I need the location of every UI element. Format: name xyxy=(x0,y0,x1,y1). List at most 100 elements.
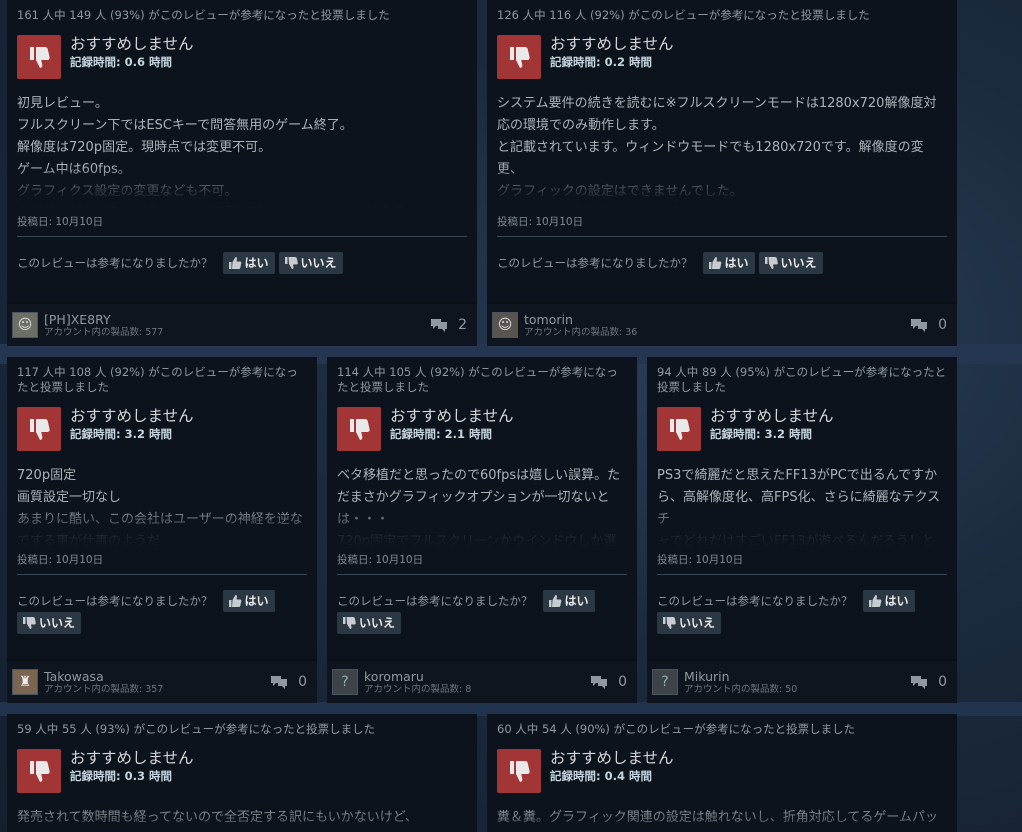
comment-count: 0 xyxy=(298,674,307,690)
vote-no-label: いいえ xyxy=(300,255,337,270)
vote-no-label: いいえ xyxy=(39,616,76,630)
hours-played: 記録時間: 2.1 時間 xyxy=(390,427,492,441)
helpful-question-row: このレビューは参考になりましたか？ はいいいえ xyxy=(337,589,627,634)
hours-played: 記録時間: 3.2 時間 xyxy=(70,427,172,441)
helpful-count: 161 人中 149 人 (93%) がこのレビューが参考になったと投票しました xyxy=(17,8,390,22)
vote-no-button[interactable]: いいえ xyxy=(278,251,343,274)
hours-played: 記録時間: 0.3 時間 xyxy=(70,769,172,783)
thumbs-down-icon xyxy=(342,616,356,630)
recommendation[interactable]: おすすめしません 記録時間: 0.4 時間 xyxy=(497,749,947,793)
review-line: 解像度は720p固定。現時点では変更不可。 xyxy=(17,140,272,155)
vote-no-button[interactable]: いいえ xyxy=(337,612,402,634)
avatar[interactable]: ☺ xyxy=(12,312,38,338)
recommendation[interactable]: おすすめしません 記録時間: 0.2 時間 xyxy=(497,35,947,79)
helpful-question: このレビューは参考になりましたか？ xyxy=(337,593,533,608)
thumbs-down-icon xyxy=(22,616,36,630)
thumb-down-icon xyxy=(657,407,701,451)
recommendation[interactable]: おすすめしません 記録時間: 3.2 時間 xyxy=(17,407,307,451)
recommendation[interactable]: おすすめしません 記録時間: 3.2 時間 xyxy=(657,407,947,451)
review-body[interactable]: システム要件の続きを読むに※フルスクリーンモードは1280x720解像度対 応の環… xyxy=(497,93,947,209)
review-author: ? koromaru アカウント内の製品数: 8 0 xyxy=(327,659,637,703)
helpful-question-row: このレビューは参考になりましたか？ はいいいえ xyxy=(17,589,307,634)
review-card: 117 人中 108 人 (92%) がこのレビューが参考になったと投票しました… xyxy=(7,357,317,703)
recommendation[interactable]: おすすめしません 記録時間: 2.1 時間 xyxy=(337,407,627,451)
review-body[interactable]: PS3で綺麗だと思えたFF13がPCで出るんですか ら、高解像度化、高FPS化、さ… xyxy=(657,465,947,547)
thumbs-down-icon xyxy=(284,256,298,270)
posted-date: 投稿日: 10月10日 xyxy=(17,554,104,566)
review-line: ベタ移植だと思ったので60fpsは嬉しい誤算。た xyxy=(337,468,621,483)
helpful-question: このレビューは参考になりましたか？ xyxy=(497,255,693,270)
review-card: 114 人中 105 人 (92%) がこのレビューが参考になったと投票しました… xyxy=(327,357,637,703)
text-fade xyxy=(337,503,627,547)
thumbs-up-icon xyxy=(708,256,722,270)
vote-yes-button[interactable]: はい xyxy=(542,589,595,612)
comments-link[interactable]: 2 xyxy=(430,317,467,333)
author-products: アカウント内の製品数: 8 xyxy=(364,683,472,695)
verdict-title[interactable]: おすすめしません xyxy=(70,406,194,426)
vote-no-button[interactable]: いいえ xyxy=(758,251,823,274)
thumbs-up-icon xyxy=(868,594,882,608)
verdict-title[interactable]: おすすめしません xyxy=(550,748,674,768)
avatar[interactable]: ? xyxy=(332,669,358,695)
author-name[interactable]: [PH]XE8RY xyxy=(44,312,163,327)
review-card: 126 人中 116 人 (92%) がこのレビューが参考になったと投票しました… xyxy=(487,0,957,346)
author-name[interactable]: Mikurin xyxy=(684,669,797,684)
comment-count: 0 xyxy=(618,674,627,690)
author-name[interactable]: koromaru xyxy=(364,669,471,684)
comments-link[interactable]: 0 xyxy=(910,674,947,690)
vote-yes-button[interactable]: はい xyxy=(222,251,275,274)
helpful-question: このレビューは参考になりましたか？ xyxy=(17,255,213,270)
avatar[interactable]: ☺ xyxy=(492,312,518,338)
vote-yes-label: はい xyxy=(724,255,749,270)
posted-date: 投稿日: 10月10日 xyxy=(337,554,424,566)
avatar[interactable]: ? xyxy=(652,669,678,695)
author-products: アカウント内の製品数: 357 xyxy=(44,683,164,695)
vote-yes-button[interactable]: はい xyxy=(222,589,275,612)
divider xyxy=(17,236,467,237)
verdict-title[interactable]: おすすめしません xyxy=(390,406,514,426)
helpful-question: このレビューは参考になりましたか？ xyxy=(17,593,213,608)
text-fade xyxy=(17,807,467,832)
comments-link[interactable]: 0 xyxy=(270,674,307,690)
recommendation[interactable]: おすすめしません 記録時間: 0.3 時間 xyxy=(17,749,467,793)
helpful-question-row: このレビューは参考になりましたか？ はい いいえ xyxy=(657,589,947,634)
verdict-title[interactable]: おすすめしません xyxy=(710,406,834,426)
verdict-title[interactable]: おすすめしません xyxy=(550,34,674,54)
helpful-count: 126 人中 116 人 (92%) がこのレビューが参考になったと投票しました xyxy=(497,8,870,22)
posted-date: 投稿日: 10月10日 xyxy=(657,554,744,566)
divider xyxy=(17,574,307,575)
thumb-down-icon xyxy=(497,749,541,793)
review-body[interactable]: ベタ移植だと思ったので60fpsは嬉しい誤算。た だまさかグラフィックオプションが… xyxy=(337,465,627,547)
comments-link[interactable]: 0 xyxy=(910,317,947,333)
author-name[interactable]: tomorin xyxy=(524,312,637,327)
recommendation[interactable]: おすすめしません 記録時間: 0.6 時間 xyxy=(17,35,467,79)
comments-link[interactable]: 0 xyxy=(590,674,627,690)
review-body[interactable]: 発売されて数時間も経ってないので全否定する訳にもいかないけど、 xyxy=(17,807,467,832)
review-author: ☺ tomorin アカウント内の製品数: 36 0 xyxy=(487,302,957,346)
review-body[interactable]: 糞＆糞。グラフィック関連の設定は触れないし、折角対応してるゲームパッド xyxy=(497,807,947,832)
vote-no-button[interactable]: いいえ xyxy=(657,612,722,634)
thumbs-up-icon xyxy=(548,594,562,608)
vote-yes-button[interactable]: はい xyxy=(702,251,755,274)
author-name[interactable]: Takowasa xyxy=(44,669,163,684)
review-body[interactable]: 初見レビュー。 フルスクリーン下ではESCキーで問答無用のゲーム終了。 解像度は72… xyxy=(17,93,467,209)
vote-yes-label: はい xyxy=(244,255,269,270)
vote-yes-button[interactable]: はい xyxy=(862,589,915,612)
verdict-title[interactable]: おすすめしません xyxy=(70,748,194,768)
divider xyxy=(657,574,947,575)
hours-played: 記録時間: 0.6 時間 xyxy=(70,55,172,69)
vote-no-button[interactable]: いいえ xyxy=(17,612,82,634)
review-card: 60 人中 54 人 (90%) がこのレビューが参考になったと投票しました おす… xyxy=(487,714,957,832)
helpful-question-row: このレビューは参考になりましたか？ はい いいえ xyxy=(497,251,947,274)
comment-icon xyxy=(270,674,298,690)
thumb-down-icon xyxy=(497,35,541,79)
thumb-down-icon xyxy=(337,407,381,451)
posted-date: 投稿日: 10月10日 xyxy=(497,216,584,228)
comment-count: 0 xyxy=(938,674,947,690)
comment-icon xyxy=(910,317,938,333)
thumb-down-icon xyxy=(17,407,61,451)
author-products: アカウント内の製品数: 577 xyxy=(44,326,164,338)
review-body[interactable]: 720p固定画質設定一切なしあまりに酷い、この会社はユーザーの神経を逆なでする事… xyxy=(17,465,307,547)
avatar[interactable]: ♜ xyxy=(12,669,38,695)
verdict-title[interactable]: おすすめしません xyxy=(70,34,194,54)
